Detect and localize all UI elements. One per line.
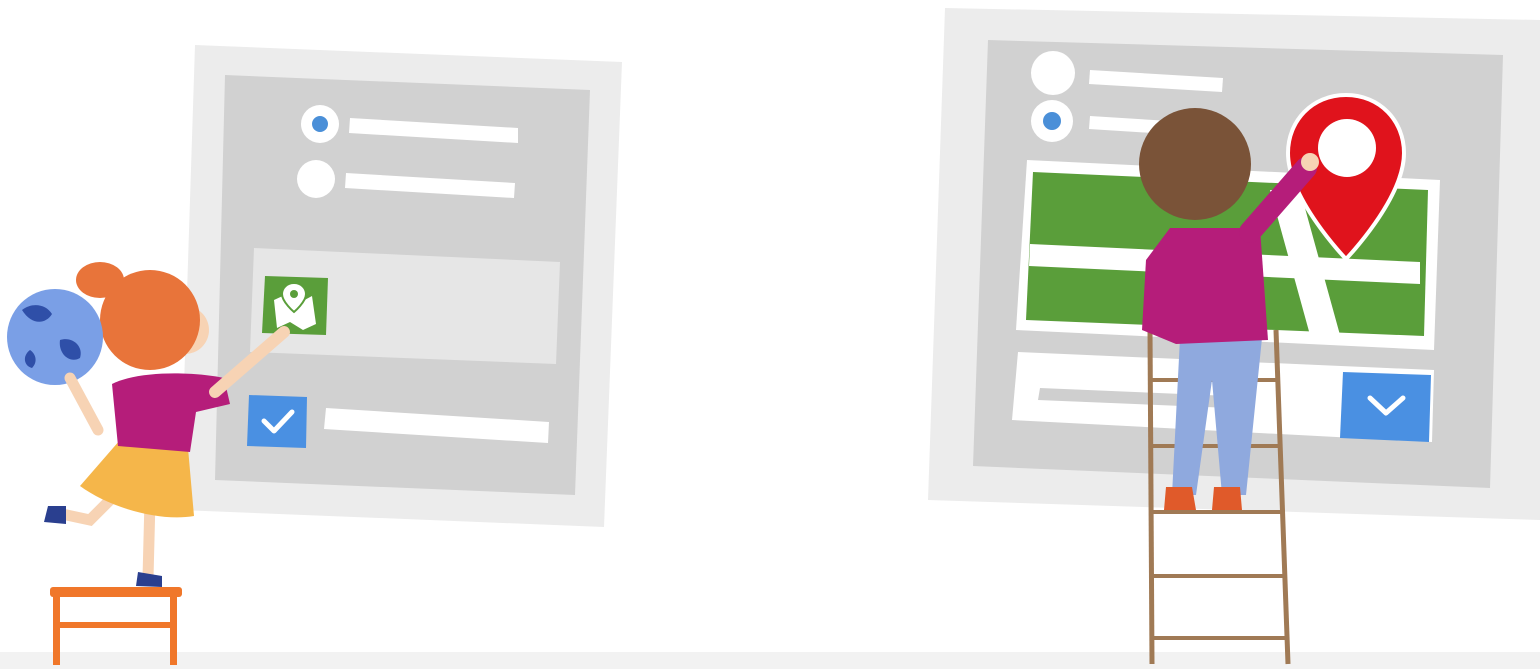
boy-hand [1301, 153, 1319, 171]
girl-ponytail [76, 262, 124, 298]
girl-arm [64, 372, 104, 436]
pin-hole [1318, 119, 1376, 177]
left-form-panel [180, 45, 622, 527]
radio-button[interactable] [1031, 51, 1075, 95]
checkbox[interactable] [247, 395, 307, 448]
stool-leg [170, 595, 177, 665]
boy-shoe [1164, 487, 1196, 510]
globe-icon [7, 289, 103, 385]
map-pin-hole [290, 290, 298, 298]
girl-shoe [136, 572, 162, 587]
boy-shirt [1142, 228, 1268, 344]
radio-button[interactable] [297, 160, 335, 198]
girl-shoe [44, 506, 66, 524]
stool-leg [53, 595, 60, 665]
radio-selected-dot [1043, 112, 1061, 130]
stool [50, 587, 182, 665]
stool-seat [50, 587, 182, 597]
stool-rail [56, 622, 174, 628]
radio-selected-dot [312, 116, 328, 132]
boy-hair [1139, 108, 1251, 220]
boy-shoe [1212, 487, 1242, 510]
dropdown-toggle-button[interactable] [1340, 372, 1431, 442]
globe [7, 289, 103, 385]
illustration-scene [7, 8, 1540, 665]
map-tile[interactable] [262, 276, 328, 335]
